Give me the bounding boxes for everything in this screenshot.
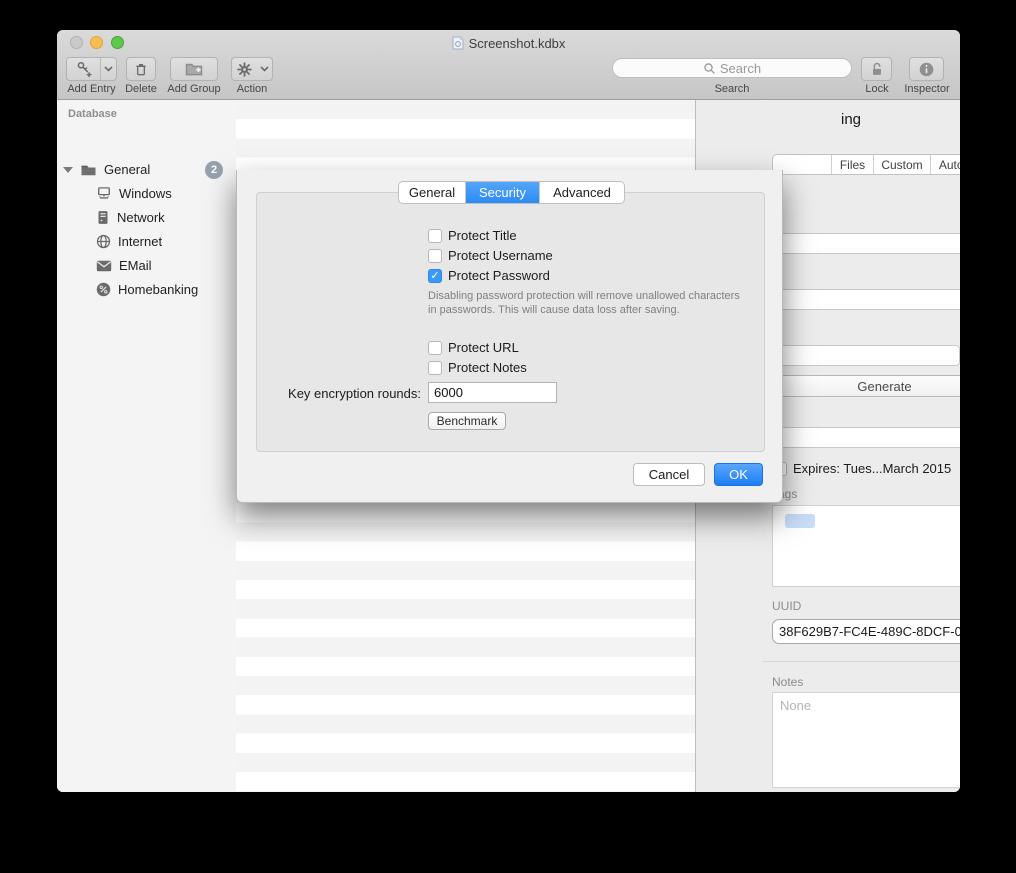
password-protection-warning: Disabling password protection will remov…	[428, 290, 750, 317]
uuid-label: UUID	[772, 599, 801, 613]
action-chevron-icon	[257, 58, 272, 80]
ok-button[interactable]: OK	[714, 463, 763, 486]
add-group-label: Add Group	[163, 83, 225, 95]
folder-plus-icon	[185, 61, 203, 77]
delete-button[interactable]	[126, 57, 156, 81]
windows-icon	[96, 186, 112, 201]
info-icon	[918, 61, 935, 78]
expires-label: Expires: Tues...March 2015	[793, 461, 951, 476]
add-group-button[interactable]	[170, 57, 218, 81]
protect-password-label: Protect Password	[448, 268, 550, 283]
server-icon	[96, 210, 110, 225]
cancel-button[interactable]: Cancel	[633, 463, 705, 486]
sidebar-item-email[interactable]: EMail	[96, 256, 152, 275]
delete-label: Delete	[119, 83, 163, 95]
notes-box[interactable]: None	[772, 692, 960, 788]
action-label: Action	[231, 83, 273, 95]
sidebar-group-general[interactable]: General	[63, 160, 150, 179]
sidebar-item-internet[interactable]: Internet	[96, 232, 162, 251]
protect-notes-row: Protect Notes	[428, 360, 527, 375]
protect-title-checkbox[interactable]	[428, 229, 442, 243]
globe-icon	[96, 234, 111, 249]
lock-label: Lock	[856, 83, 898, 95]
sidebar-header: Database	[68, 108, 117, 120]
inspector-tab-custom[interactable]: Custom	[873, 155, 930, 174]
protect-notes-checkbox[interactable]	[428, 361, 442, 375]
protect-password-checkbox[interactable]: ✓	[428, 269, 442, 283]
sidebar-item-windows[interactable]: Windows	[96, 184, 172, 203]
tag-token[interactable]	[785, 514, 815, 528]
sidebar: Database General 2 Windows Network	[57, 100, 236, 792]
sidebar-item-homebanking[interactable]: Homebanking	[96, 280, 198, 299]
lock-open-icon	[869, 61, 885, 78]
tab-advanced[interactable]: Advanced	[539, 182, 624, 203]
key-rounds-label: Key encryption rounds:	[277, 386, 421, 401]
add-entry-label: Add Entry	[66, 83, 117, 95]
protect-username-checkbox[interactable]	[428, 249, 442, 263]
folder-icon	[80, 163, 97, 177]
protect-username-label: Protect Username	[448, 248, 553, 263]
sidebar-item-label: Windows	[119, 186, 172, 201]
benchmark-button[interactable]: Benchmark	[428, 412, 506, 430]
entry-title-fragment: ing	[841, 111, 861, 128]
add-entry-button[interactable]	[66, 57, 117, 81]
protect-title-row: Protect Title	[428, 228, 517, 243]
dialog-tab-bar[interactable]: General Security Advanced	[398, 181, 625, 204]
password-field[interactable]	[772, 345, 960, 366]
protect-url-row: Protect URL	[428, 340, 519, 355]
envelope-icon	[96, 260, 112, 272]
search-label: Search	[612, 83, 852, 95]
sidebar-group-label: General	[104, 162, 150, 177]
protect-password-row: ✓ Protect Password	[428, 268, 550, 283]
expires-row: Expires: Tues...March 2015	[773, 461, 951, 476]
key-plus-icon[interactable]	[67, 58, 100, 80]
generate-button[interactable]: Generate	[772, 375, 960, 397]
protect-url-label: Protect URL	[448, 340, 519, 355]
search-icon	[703, 62, 716, 75]
percent-icon	[96, 282, 111, 297]
security-settings-dialog: General Security Advanced Protect Title …	[236, 170, 783, 503]
key-rounds-input[interactable]: 6000	[428, 382, 557, 403]
tab-security[interactable]: Security	[465, 182, 539, 203]
entry-count-badge: 2	[205, 161, 223, 179]
protect-url-checkbox[interactable]	[428, 341, 442, 355]
sidebar-item-label: Internet	[118, 234, 162, 249]
add-entry-dropdown-chevron-icon[interactable]	[100, 58, 116, 80]
tab-general[interactable]: General	[399, 182, 465, 203]
uuid-field[interactable]: 38F629B7-FC4E-489C-8DCF-0CAB	[772, 619, 960, 644]
notes-placeholder: None	[780, 698, 811, 713]
username-field[interactable]	[772, 289, 960, 310]
sidebar-item-network[interactable]: Network	[96, 208, 165, 227]
url-field[interactable]	[772, 427, 960, 448]
inspector-button[interactable]	[909, 57, 944, 81]
search-input[interactable]: Search	[612, 58, 852, 78]
trash-icon	[133, 61, 149, 77]
content-area: Database General 2 Windows Network	[57, 100, 960, 792]
inspector-tab-autotype[interactable]: Autotype	[930, 155, 960, 174]
action-button[interactable]	[231, 57, 273, 81]
protect-notes-label: Protect Notes	[448, 360, 527, 375]
inspector-label: Inspector	[900, 83, 954, 95]
document-icon	[452, 36, 464, 50]
tags-box[interactable]	[772, 505, 960, 587]
sidebar-item-label: Homebanking	[118, 282, 198, 297]
app-window: Screenshot.kdbx Add Entry Delete Add Gro…	[57, 30, 960, 792]
separator	[763, 661, 960, 662]
inspector-tab-files[interactable]: Files	[831, 155, 873, 174]
sidebar-item-label: EMail	[119, 258, 152, 273]
search-placeholder: Search	[720, 61, 761, 76]
protect-title-label: Protect Title	[448, 228, 517, 243]
lock-button[interactable]	[861, 57, 892, 81]
sidebar-item-label: Network	[117, 210, 165, 225]
gear-icon	[232, 58, 257, 80]
title-field[interactable]	[772, 233, 960, 254]
window-title: Screenshot.kdbx	[57, 36, 960, 51]
notes-label: Notes	[772, 675, 803, 689]
protect-username-row: Protect Username	[428, 248, 553, 263]
titlebar-toolbar: Screenshot.kdbx Add Entry Delete Add Gro…	[57, 30, 960, 100]
disclosure-triangle-icon[interactable]	[63, 167, 73, 173]
inspector-tab-bar[interactable]: Files Custom Autotype	[772, 154, 960, 175]
